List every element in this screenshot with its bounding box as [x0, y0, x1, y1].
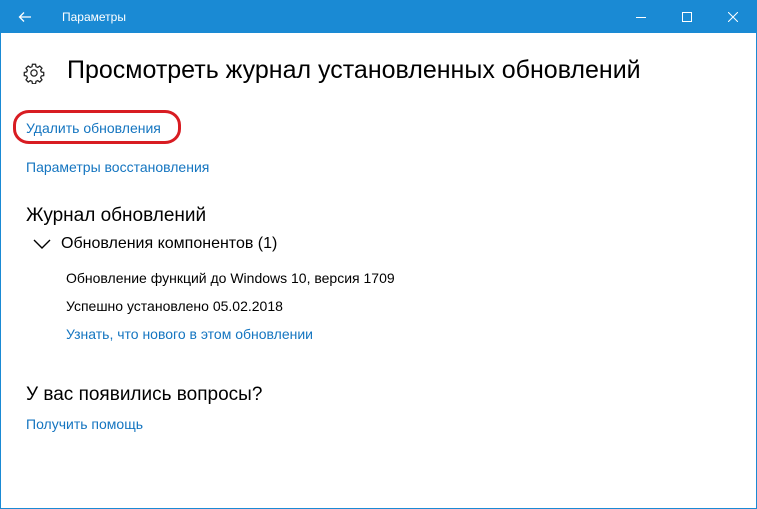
- get-help-link[interactable]: Получить помощь: [26, 416, 143, 432]
- update-history-heading: Журнал обновлений: [26, 205, 207, 226]
- window-title: Параметры: [62, 10, 126, 24]
- questions-heading: У вас появились вопросы?: [26, 384, 263, 405]
- minimize-icon: [636, 17, 646, 18]
- whats-new-link[interactable]: Узнать, что нового в этом обновлении: [66, 326, 313, 342]
- chevron-down-icon: [33, 239, 51, 249]
- maximize-button[interactable]: [664, 1, 710, 33]
- close-icon: [728, 12, 738, 22]
- update-name: Обновление функций до Windows 10, версия…: [66, 270, 395, 286]
- recovery-options-link[interactable]: Параметры восстановления: [26, 159, 209, 175]
- maximize-icon: [682, 12, 692, 22]
- feature-updates-group-toggle[interactable]: Обновления компонентов (1): [33, 235, 277, 253]
- close-button[interactable]: [710, 1, 756, 33]
- group-label: Обновления компонентов (1): [61, 235, 278, 252]
- settings-window: Параметры Просмотреть журнал установленн…: [0, 0, 757, 509]
- gear-icon: [23, 63, 45, 84]
- back-button[interactable]: [1, 1, 49, 33]
- title-bar: Параметры: [1, 1, 756, 33]
- back-arrow-icon: [18, 12, 31, 22]
- update-status: Успешно установлено 05.02.2018: [66, 298, 283, 314]
- minimize-button[interactable]: [618, 1, 664, 33]
- uninstall-updates-link[interactable]: Удалить обновления: [26, 120, 161, 136]
- page-title: Просмотреть журнал установленных обновле…: [67, 56, 641, 84]
